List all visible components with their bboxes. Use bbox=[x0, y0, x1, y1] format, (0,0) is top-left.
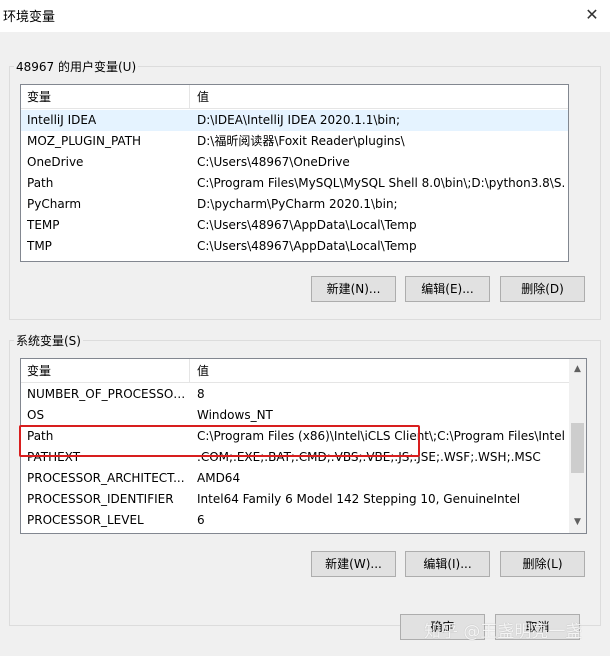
variable-value: 6 bbox=[197, 513, 205, 527]
user-variables-header: 变量 值 bbox=[21, 85, 568, 109]
user-variables-label: 48967 的用户变量(U) bbox=[14, 58, 139, 75]
table-row[interactable]: OneDrive C:\Users\48967\OneDrive bbox=[21, 152, 568, 173]
close-icon[interactable]: ✕ bbox=[580, 2, 604, 26]
column-value[interactable]: 值 bbox=[191, 359, 209, 383]
variable-name: IntelliJ IDEA bbox=[27, 113, 97, 127]
table-row[interactable]: PROCESSOR_IDENTIFIER Intel64 Family 6 Mod… bbox=[21, 489, 569, 510]
variable-value: D:\pycharm\PyCharm 2020.1\bin; bbox=[197, 197, 398, 211]
system-list-scrollbar[interactable]: ▲ ▼ bbox=[569, 359, 586, 533]
table-row[interactable]: NUMBER_OF_PROCESSORS 8 bbox=[21, 384, 569, 405]
user-edit-button[interactable]: 编辑(E)... bbox=[405, 276, 490, 302]
table-row[interactable]: TMP C:\Users\48967\AppData\Local\Temp bbox=[21, 236, 568, 257]
system-variables-header: 变量 值 bbox=[21, 359, 569, 383]
system-variables-label: 系统变量(S) bbox=[14, 332, 83, 349]
watermark: 知乎 @王盏明亮一盏 bbox=[424, 622, 583, 642]
scroll-down-icon[interactable]: ▼ bbox=[569, 514, 586, 531]
system-new-button[interactable]: 新建(W)... bbox=[311, 551, 396, 577]
variable-value: C:\Users\48967\AppData\Local\Temp bbox=[197, 218, 417, 232]
table-row[interactable]: MOZ_PLUGIN_PATH D:\福昕阅读器\Foxit Reader\plu… bbox=[21, 131, 568, 152]
table-row[interactable]: OS Windows_NT bbox=[21, 405, 569, 426]
variable-name: NUMBER_OF_PROCESSORS bbox=[27, 387, 187, 401]
path-highlight-annotation bbox=[19, 425, 420, 457]
user-delete-button[interactable]: 删除(D) bbox=[500, 276, 585, 302]
table-row[interactable]: PyCharm D:\pycharm\PyCharm 2020.1\bin; bbox=[21, 194, 568, 215]
window-title: 环境变量 bbox=[3, 10, 56, 25]
variable-value: D:\IDEA\IntelliJ IDEA 2020.1.1\bin; bbox=[197, 113, 400, 127]
variable-name: MOZ_PLUGIN_PATH bbox=[27, 134, 142, 148]
title-bar: 环境变量 ✕ bbox=[0, 0, 610, 32]
scrollbar-thumb[interactable] bbox=[571, 423, 584, 473]
column-value[interactable]: 值 bbox=[191, 85, 209, 109]
table-row[interactable]: Path C:\Program Files\MySQL\MySQL Shell 8… bbox=[21, 173, 568, 194]
variable-value: D:\福昕阅读器\Foxit Reader\plugins\ bbox=[197, 134, 405, 148]
table-row[interactable]: PROCESSOR_ARCHITECT... AMD64 bbox=[21, 468, 569, 489]
variable-name: PROCESSOR_LEVEL bbox=[27, 513, 144, 527]
column-variable[interactable]: 变量 bbox=[21, 85, 51, 109]
table-row[interactable]: IntelliJ IDEA D:\IDEA\IntelliJ IDEA 2020.… bbox=[21, 110, 568, 131]
environment-variables-dialog: 48967 的用户变量(U) 变量 值 IntelliJ IDEA D:\IDEA… bbox=[0, 32, 610, 656]
user-variables-list[interactable]: 变量 值 IntelliJ IDEA D:\IDEA\IntelliJ IDEA … bbox=[20, 84, 569, 262]
variable-name: OS bbox=[27, 408, 45, 422]
variable-name: TMP bbox=[27, 239, 52, 253]
system-delete-button[interactable]: 删除(L) bbox=[500, 551, 585, 577]
column-variable[interactable]: 变量 bbox=[21, 359, 51, 383]
variable-name: PROCESSOR_IDENTIFIER bbox=[27, 492, 174, 506]
user-new-button[interactable]: 新建(N)... bbox=[311, 276, 396, 302]
system-edit-button[interactable]: 编辑(I)... bbox=[405, 551, 490, 577]
variable-value: AMD64 bbox=[197, 471, 241, 485]
table-row[interactable]: PROCESSOR_LEVEL 6 bbox=[21, 510, 569, 531]
variable-value: Intel64 Family 6 Model 142 Stepping 10, … bbox=[197, 492, 521, 506]
variable-value: C:\Users\48967\OneDrive bbox=[197, 155, 350, 169]
variable-value: Windows_NT bbox=[197, 408, 273, 422]
variable-value: C:\Program Files\MySQL\MySQL Shell 8.0\b… bbox=[197, 176, 564, 190]
variable-name: OneDrive bbox=[27, 155, 84, 169]
table-row[interactable]: TEMP C:\Users\48967\AppData\Local\Temp bbox=[21, 215, 568, 236]
variable-name: PyCharm bbox=[27, 197, 82, 211]
variable-value: C:\Users\48967\AppData\Local\Temp bbox=[197, 239, 417, 253]
scroll-up-icon[interactable]: ▲ bbox=[569, 361, 586, 378]
variable-name: Path bbox=[27, 176, 54, 190]
variable-name: PROCESSOR_ARCHITECT... bbox=[27, 471, 185, 485]
variable-name: TEMP bbox=[27, 218, 60, 232]
variable-value: 8 bbox=[197, 387, 205, 401]
